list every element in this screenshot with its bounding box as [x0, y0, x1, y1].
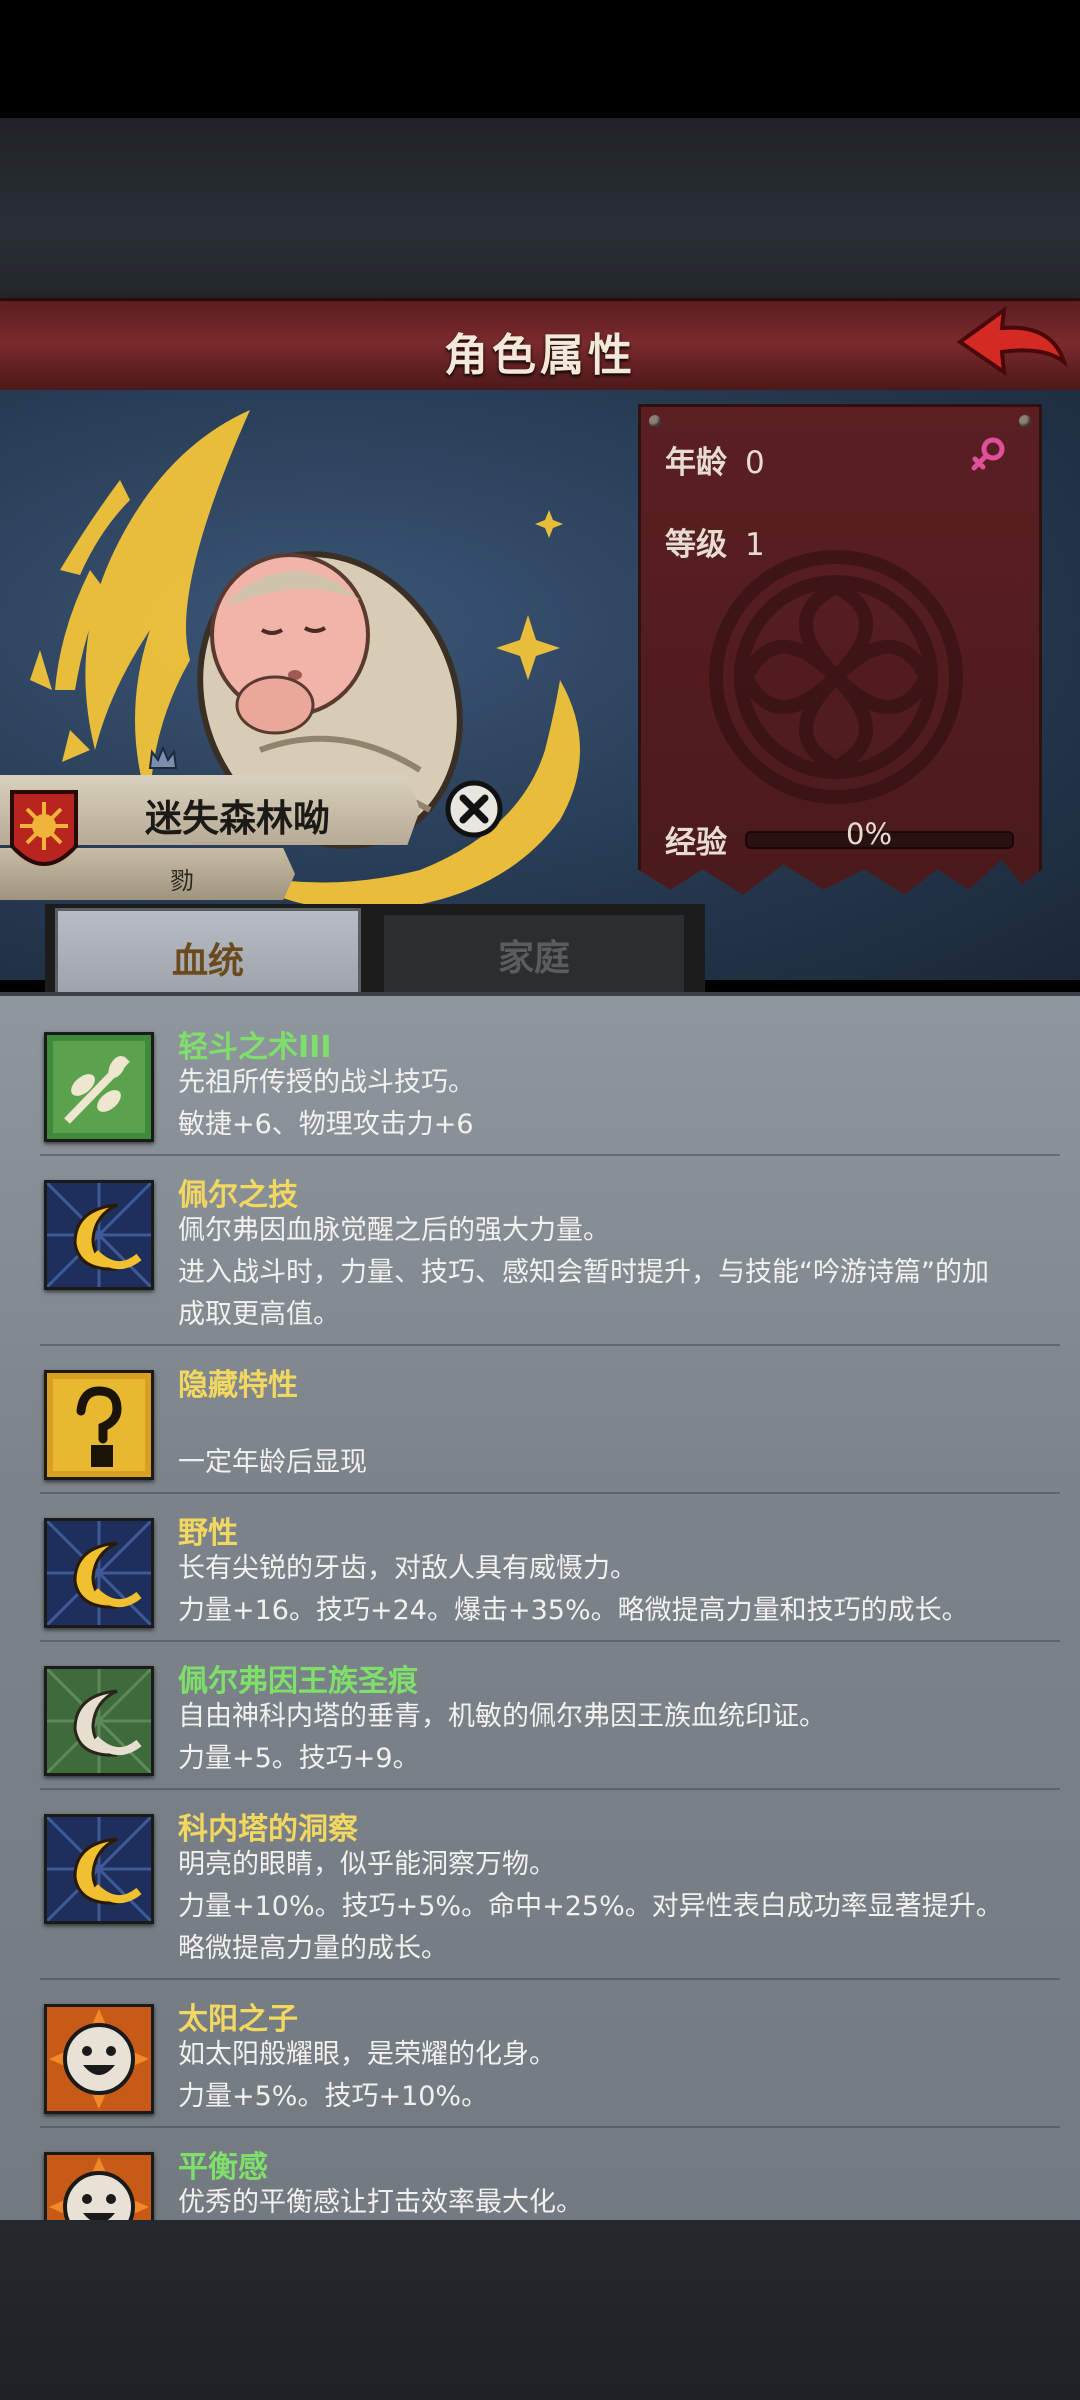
age-value: 0 [745, 445, 765, 481]
trait-name: 科内塔的洞察 [178, 1812, 358, 1847]
trait-description-line: 力量+16。技巧+24。爆击+35%。略微提高力量和技巧的成长。 [178, 1595, 969, 1626]
trait-divider [40, 1492, 1060, 1494]
trait-name: 太阳之子 [178, 2002, 298, 2037]
age-label: 年龄 [665, 445, 727, 481]
trait-description-line: 明亮的眼睛，似乎能洞察万物。 [178, 1849, 556, 1880]
age-row: 年龄 0 [665, 437, 765, 482]
trait-name: 轻斗之术III [178, 1030, 332, 1065]
trait-list[interactable]: 轻斗之术III 先祖所传授的战斗技巧。 敏捷+6、物理攻击力+6 佩尔之技 佩尔弗因血脉… [0, 992, 1080, 2224]
trait-item[interactable]: 佩尔之技 佩尔弗因血脉觉醒之后的强大力量。进入战斗时，力量、技巧、感知会暂时提升，… [0, 1154, 1080, 1344]
crescent-moon-icon[interactable] [44, 1814, 154, 1924]
level-label: 等级 [665, 527, 727, 563]
question-mark-icon[interactable] [44, 1370, 154, 1480]
trait-description-line: 佩尔弗因血脉觉醒之后的强大力量。 [178, 1215, 610, 1246]
trait-item[interactable]: 科内塔的洞察 明亮的眼睛，似乎能洞察万物。力量+10%。技巧+5%。命中+25%。… [0, 1788, 1080, 1978]
header-background [0, 118, 1080, 298]
footer-area [0, 2220, 1080, 2400]
crescent-moon-icon[interactable] [44, 1180, 154, 1290]
trait-description: 明亮的眼睛，似乎能洞察万物。力量+10%。技巧+5%。命中+25%。对异性表白成… [178, 1844, 1038, 1970]
trait-description-line: 长有尖锐的牙齿，对敌人具有威慑力。 [178, 1553, 637, 1584]
celtic-knot-emblem [709, 550, 963, 804]
trait-description-line: 力量+5。技巧+9。 [178, 1743, 420, 1774]
trait-name: 佩尔之技 [178, 1178, 298, 1213]
trait-description-line: 先祖所传授的战斗技巧。 [178, 1067, 475, 1098]
trait-divider [40, 1978, 1060, 1980]
family-crest-icon[interactable] [8, 786, 80, 886]
trait-description-line: 进入战斗时，力量、技巧、感知会暂时提升，与技能“吟游诗篇”的加 [178, 1257, 989, 1288]
character-name: 迷失森林呦 [145, 797, 330, 840]
tab-bar: 血统 家庭 [45, 904, 705, 1008]
exp-value: 0% [846, 817, 893, 851]
trait-divider [40, 1640, 1060, 1642]
title-banner: 角色属性 [0, 298, 1080, 397]
rivet [649, 415, 661, 427]
smiley-sun-icon[interactable] [44, 2004, 154, 2114]
crown-icon [148, 745, 178, 769]
trait-description-line: 优秀的平衡感让打击效率最大化。 [178, 2187, 583, 2218]
trait-description-line: 自由神科内塔的垂青，机敏的佩尔弗因王族血统印证。 [178, 1701, 826, 1732]
level-value: 1 [745, 527, 765, 563]
trait-description: 一定年龄后显现 [178, 1400, 1038, 1484]
trait-item[interactable]: 野性 长有尖锐的牙齿，对敌人具有威慑力。力量+16。技巧+24。爆击+35%。略微… [0, 1492, 1080, 1640]
pale-crescent-icon[interactable] [44, 1666, 154, 1776]
trait-description: 佩尔弗因血脉觉醒之后的强大力量。进入战斗时，力量、技巧、感知会暂时提升，与技能“… [178, 1210, 1038, 1336]
smiley-sun-icon[interactable] [44, 2152, 154, 2224]
leaf-branch-icon[interactable] [44, 1032, 154, 1142]
trait-description-line: 成取更高值。 [178, 1299, 340, 1330]
exp-label: 经验 [665, 825, 727, 861]
rivet [1019, 415, 1031, 427]
trait-divider [40, 2126, 1060, 2128]
trait-description: 优秀的平衡感让打击效率最大化。 [178, 2182, 1038, 2224]
trait-description: 如太阳般耀眼，是荣耀的化身。 力量+5%。技巧+10%。 [178, 2034, 1038, 2118]
crescent-moon-icon[interactable] [44, 1518, 154, 1628]
trait-item[interactable]: 轻斗之术III 先祖所传授的战斗技巧。 敏捷+6、物理攻击力+6 [0, 1006, 1080, 1154]
trait-name: 佩尔弗因王族圣痕 [178, 1664, 418, 1699]
trait-description: 自由神科内塔的垂青，机敏的佩尔弗因王族血统印证。 力量+5。技巧+9。 [178, 1696, 1038, 1780]
trait-divider [40, 1154, 1060, 1156]
trait-description-line [178, 1400, 1038, 1442]
tab-family[interactable]: 家庭 [381, 912, 687, 998]
trait-description-line: 力量+10%。技巧+5%。命中+25%。对异性表白成功率显著提升。 [178, 1891, 1003, 1922]
trait-item[interactable]: 太阳之子 如太阳般耀眼，是荣耀的化身。 力量+5%。技巧+10%。 [0, 1978, 1080, 2126]
status-bar-area [0, 0, 1080, 118]
trait-name: 隐藏特性 [178, 1368, 298, 1403]
trait-item[interactable]: 平衡感 优秀的平衡感让打击效率最大化。 [0, 2126, 1080, 2224]
trait-name: 平衡感 [178, 2150, 268, 2185]
trait-description-line: 敏捷+6、物理攻击力+6 [178, 1109, 474, 1140]
back-arrow-icon[interactable] [952, 302, 1072, 384]
page-title: 角色属性 [444, 330, 636, 381]
stats-panel: 年龄 0 等级 1 经验 0% [638, 404, 1042, 895]
trait-divider [40, 1788, 1060, 1790]
trait-description-line: 如太阳般耀眼，是荣耀的化身。 [178, 2039, 556, 2070]
trait-item[interactable]: 隐藏特性一定年龄后显现 [0, 1344, 1080, 1492]
close-icon[interactable] [444, 779, 504, 839]
trait-description: 先祖所传授的战斗技巧。 敏捷+6、物理攻击力+6 [178, 1062, 1038, 1146]
trait-name: 野性 [178, 1516, 238, 1551]
character-subtitle: 勠 [170, 867, 194, 895]
trait-description: 长有尖锐的牙齿，对敌人具有威慑力。力量+16。技巧+24。爆击+35%。略微提高… [178, 1548, 1038, 1632]
trait-divider [40, 1344, 1060, 1346]
female-gender-icon [971, 437, 1005, 471]
trait-description-line: 一定年龄后显现 [178, 1447, 367, 1478]
trait-item[interactable]: 佩尔弗因王族圣痕 自由神科内塔的垂青，机敏的佩尔弗因王族血统印证。 力量+5。技巧+… [0, 1640, 1080, 1788]
level-row: 等级 1 [665, 519, 765, 564]
trait-description-line: 力量+5%。技巧+10%。 [178, 2081, 489, 2112]
trait-description-line: 略微提高力量的成长。 [178, 1933, 448, 1964]
